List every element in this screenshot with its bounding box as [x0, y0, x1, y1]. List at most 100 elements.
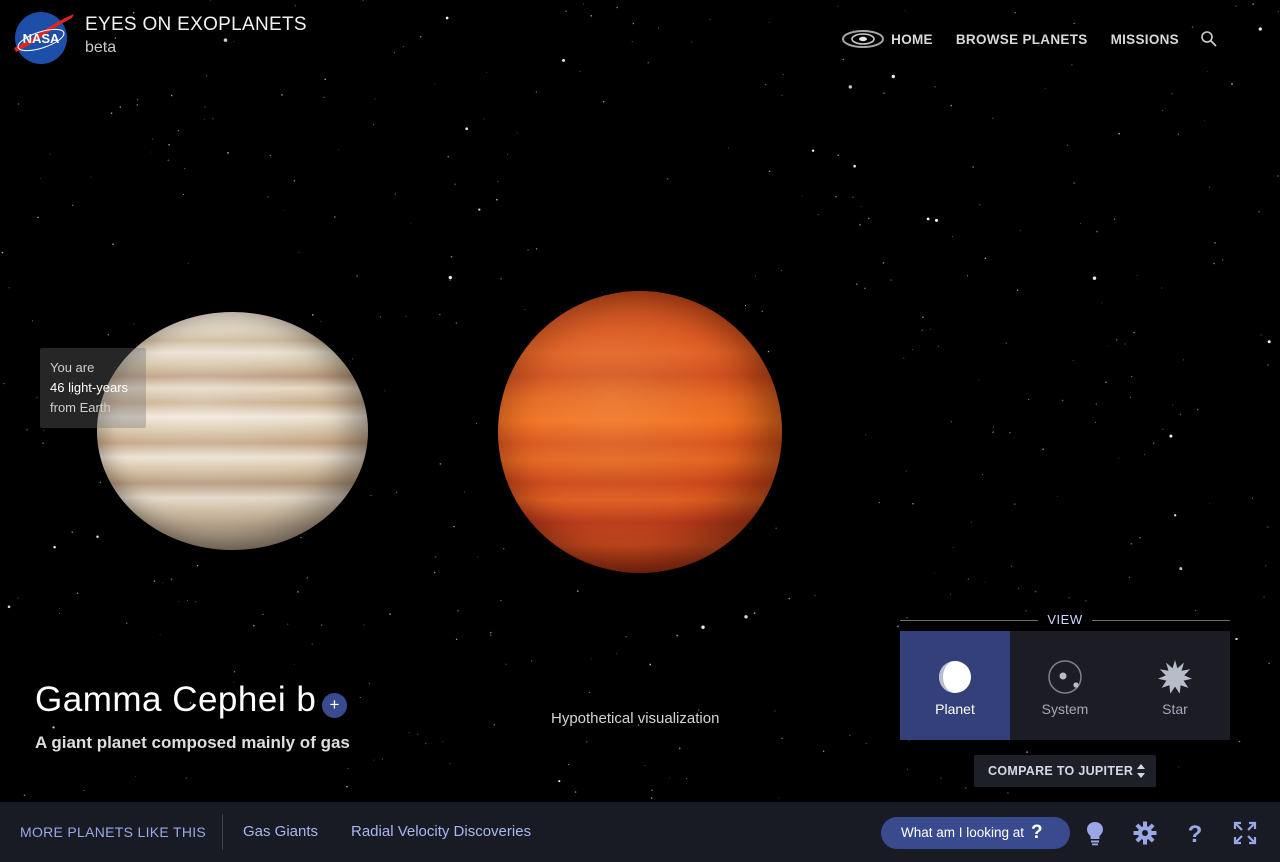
star-dot — [457, 610, 459, 612]
lightbulb-icon[interactable] — [1082, 820, 1108, 846]
star-dot — [83, 789, 85, 792]
star-dot — [493, 723, 496, 726]
star-dot — [984, 257, 987, 260]
star-dot — [394, 193, 397, 195]
distance-panel: You are 46 light-years from Earth — [40, 348, 146, 428]
star-dot — [478, 208, 481, 211]
star-dot — [59, 607, 61, 609]
star-dot — [1118, 457, 1120, 459]
star-dot — [1235, 637, 1238, 641]
star-dot — [761, 310, 763, 313]
nav-browse-planets[interactable]: BROWSE PLANETS — [956, 32, 1088, 47]
star-dot — [52, 726, 55, 729]
view-planet-button[interactable]: Planet — [900, 631, 1010, 740]
star-dot — [1013, 503, 1016, 505]
help-icon[interactable]: ? — [1182, 820, 1208, 846]
star-dot — [1139, 536, 1141, 539]
star-dot — [294, 5, 296, 7]
star-dot — [76, 592, 79, 594]
star-dot — [1209, 502, 1211, 504]
star-dot — [970, 521, 972, 523]
nav-home[interactable]: HOME — [891, 32, 933, 47]
star-dot — [782, 73, 784, 76]
star-dot — [562, 58, 565, 62]
star-dot — [298, 251, 300, 253]
fullscreen-icon[interactable] — [1232, 820, 1258, 846]
star-dot — [1079, 222, 1082, 224]
star-dot — [1182, 359, 1185, 361]
star-dot — [897, 625, 899, 628]
star-dot — [434, 571, 436, 574]
star-dot — [930, 328, 932, 330]
star-dot — [904, 10, 906, 12]
view-star-label: Star — [1162, 701, 1188, 717]
star-dot — [352, 358, 354, 360]
star-dot — [1204, 120, 1206, 122]
nav-missions[interactable]: MISSIONS — [1111, 32, 1179, 47]
view-system-button[interactable]: System — [1010, 631, 1120, 740]
star-dot — [686, 777, 688, 779]
star-dot — [778, 797, 780, 799]
exoplanet-visualization[interactable] — [498, 291, 782, 573]
star-dot — [17, 597, 19, 599]
star-dot — [1124, 343, 1126, 345]
star-dot — [1034, 590, 1037, 593]
view-system-label: System — [1041, 701, 1089, 717]
link-radial-velocity-discoveries[interactable]: Radial Velocity Discoveries — [351, 823, 531, 840]
star-dot — [210, 0, 212, 2]
link-gas-giants[interactable]: Gas Giants — [243, 823, 318, 840]
more-planets-label: MORE PLANETS LIKE THIS — [20, 824, 207, 840]
star-dot — [1061, 399, 1064, 402]
star-dot — [837, 154, 839, 157]
question-icon: ? — [1031, 822, 1043, 843]
star-dot — [1014, 12, 1016, 14]
star-dot — [878, 502, 880, 504]
star-dot — [1009, 431, 1011, 434]
star-dot — [363, 624, 365, 626]
star-dot — [1263, 596, 1265, 598]
search-icon[interactable] — [1200, 30, 1218, 48]
star-dot — [1260, 334, 1262, 336]
star-dot — [489, 634, 492, 637]
add-planet-button[interactable]: + — [322, 693, 347, 718]
what-am-i-looking-at-button[interactable]: What am I looking at ? — [881, 817, 1070, 849]
star-dot — [195, 601, 197, 603]
star-dot — [588, 691, 591, 694]
star-dot — [868, 217, 870, 220]
star-dot — [865, 434, 867, 436]
star-dot — [212, 118, 214, 120]
star-dot — [507, 154, 509, 156]
star-dot — [1191, 26, 1194, 28]
star-dot — [1178, 766, 1180, 768]
star-dot — [1252, 3, 1254, 5]
star-dot — [1005, 342, 1008, 344]
star-dot — [576, 590, 579, 592]
star-dot — [558, 780, 561, 783]
app-title[interactable]: EYES ON EXOPLANETS — [85, 14, 307, 36]
star-dot — [1194, 609, 1197, 612]
star-dot — [1251, 497, 1253, 499]
star-dot — [1133, 331, 1135, 334]
star-dot — [565, 10, 567, 12]
star-dot — [53, 545, 56, 549]
star-dot — [1057, 495, 1058, 497]
star-dot — [455, 638, 458, 641]
star-dot — [1221, 259, 1224, 261]
star-dot — [934, 86, 936, 88]
star-dot — [755, 275, 757, 277]
compare-to-jupiter-button[interactable]: COMPARE TO JUPITER — [974, 755, 1156, 787]
star-dot — [1, 251, 4, 254]
star-dot — [516, 132, 518, 134]
star-dot — [1096, 230, 1098, 233]
star-dot — [658, 27, 659, 29]
gear-icon[interactable] — [1132, 820, 1158, 846]
star-dot — [379, 316, 382, 318]
view-star-button[interactable]: Star — [1120, 631, 1230, 740]
star-dot — [891, 74, 895, 79]
star-dot — [1007, 792, 1009, 794]
galaxy-icon — [842, 30, 885, 48]
star-dot — [882, 262, 885, 264]
star-dot — [39, 178, 41, 179]
nasa-logo[interactable]: NASA — [10, 10, 76, 66]
star-dot — [842, 58, 844, 61]
